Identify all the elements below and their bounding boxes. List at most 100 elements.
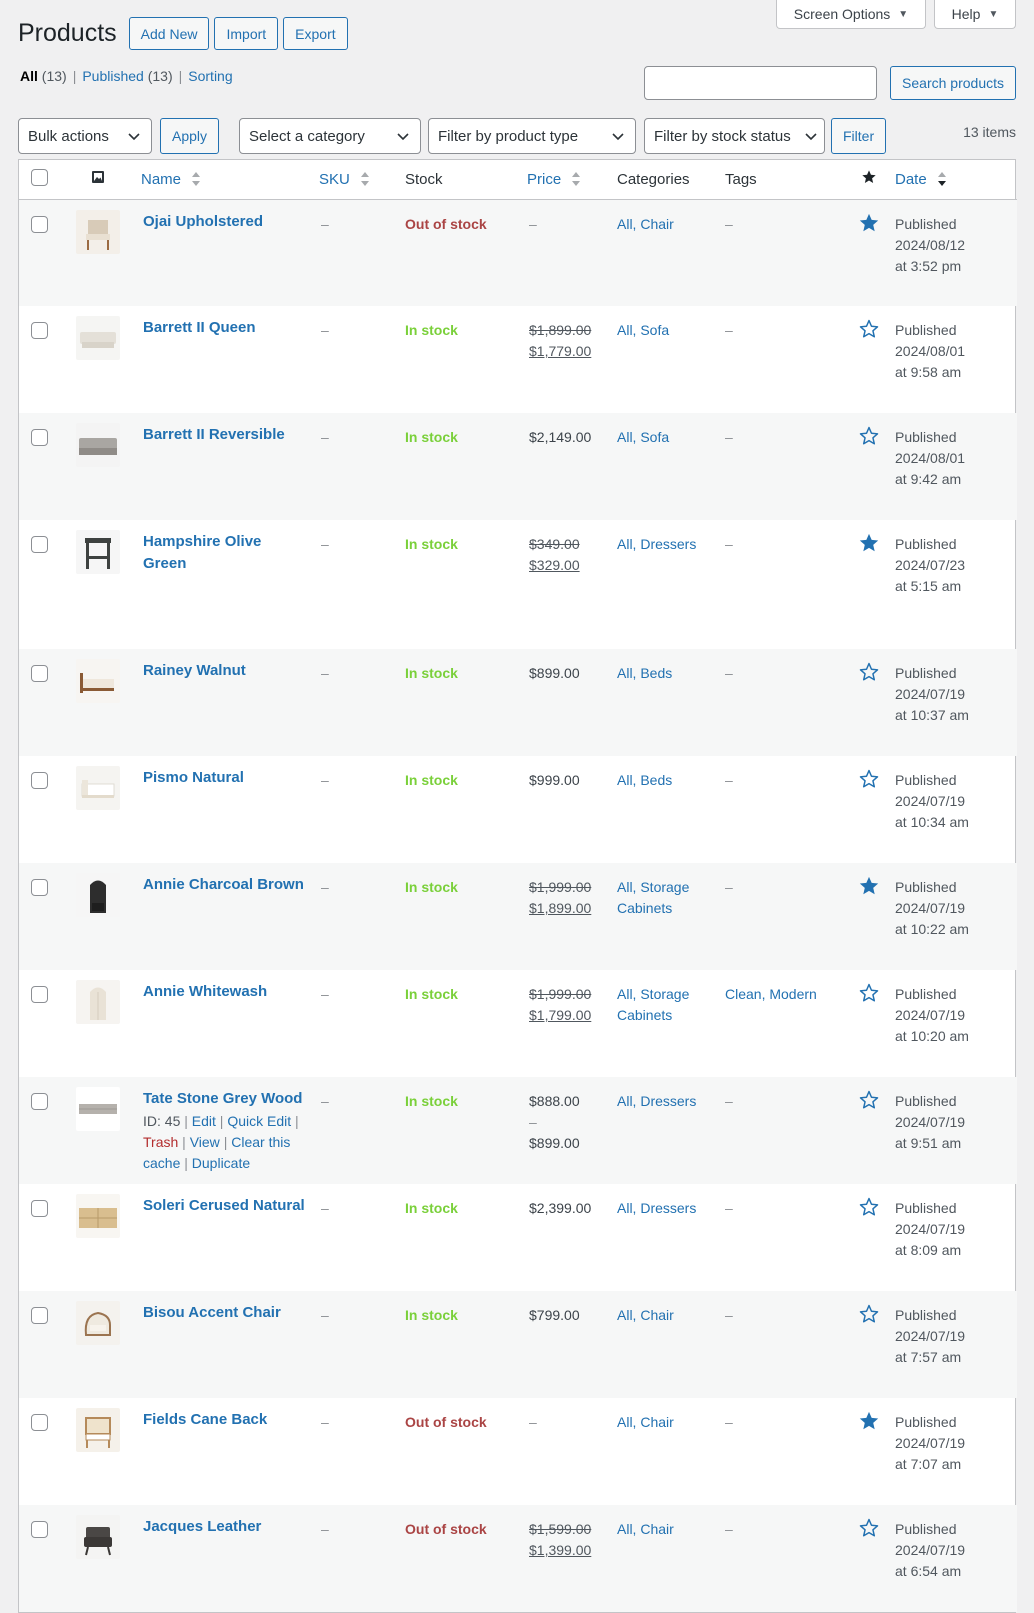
category-links[interactable]: All, Chair bbox=[617, 1414, 674, 1430]
row-checkbox[interactable] bbox=[31, 665, 48, 682]
name-cell: Fields Cane Back bbox=[135, 1398, 313, 1505]
star-outline-icon[interactable] bbox=[858, 1303, 880, 1325]
category-links[interactable]: All, Sofa bbox=[617, 322, 669, 338]
product-name-link[interactable]: Tate Stone Grey Wood bbox=[143, 1090, 302, 1107]
product-name-link[interactable]: Soleri Cerused Natural bbox=[143, 1197, 305, 1214]
star-outline-icon[interactable] bbox=[858, 318, 880, 340]
product-name-link[interactable]: Fields Cane Back bbox=[143, 1411, 267, 1428]
category-links[interactable]: All, Dressers bbox=[617, 536, 696, 552]
add-new-button[interactable]: Add New bbox=[128, 17, 210, 50]
star-filled-icon[interactable] bbox=[858, 532, 880, 554]
row-checkbox[interactable] bbox=[31, 1093, 48, 1110]
search-input[interactable] bbox=[644, 66, 878, 100]
duplicate-link[interactable]: Duplicate bbox=[192, 1155, 250, 1171]
row-checkbox[interactable] bbox=[31, 1521, 48, 1538]
product-name-link[interactable]: Jacques Leather bbox=[143, 1518, 261, 1535]
star-outline-icon[interactable] bbox=[858, 982, 880, 1004]
product-name-link[interactable]: Annie Whitewash bbox=[143, 983, 267, 1000]
product-thumbnail[interactable] bbox=[76, 1194, 120, 1238]
category-links[interactable]: All, Dressers bbox=[617, 1093, 696, 1109]
view-link[interactable]: View bbox=[190, 1134, 220, 1150]
category-links[interactable]: All, Beds bbox=[617, 772, 672, 788]
product-thumbnail[interactable] bbox=[76, 530, 120, 574]
name-column-header[interactable]: Name bbox=[135, 160, 313, 200]
product-name-link[interactable]: Rainey Walnut bbox=[143, 662, 246, 679]
view-all-link[interactable]: All (13) bbox=[20, 68, 67, 84]
row-checkbox[interactable] bbox=[31, 429, 48, 446]
trash-link[interactable]: Trash bbox=[143, 1134, 178, 1150]
date-column-header[interactable]: Date bbox=[887, 160, 1017, 200]
product-thumbnail[interactable] bbox=[76, 423, 120, 467]
featured-cell bbox=[851, 1077, 887, 1184]
category-links[interactable]: All, Chair bbox=[617, 216, 674, 232]
product-name-link[interactable]: Bisou Accent Chair bbox=[143, 1304, 281, 1321]
category-links[interactable]: All, Storage Cabinets bbox=[617, 879, 689, 916]
product-thumbnail[interactable] bbox=[76, 1301, 120, 1345]
product-thumbnail[interactable] bbox=[76, 1408, 120, 1452]
product-name-link[interactable]: Barrett II Queen bbox=[143, 319, 256, 336]
category-links[interactable]: All, Beds bbox=[617, 665, 672, 681]
category-links[interactable]: All, Chair bbox=[617, 1521, 674, 1537]
star-filled-icon[interactable] bbox=[858, 212, 880, 234]
star-filled-icon[interactable] bbox=[858, 1410, 880, 1432]
categories-cell: All, Beds bbox=[609, 649, 717, 756]
star-outline-icon[interactable] bbox=[858, 1089, 880, 1111]
product-thumbnail[interactable] bbox=[76, 980, 120, 1024]
row-checkbox[interactable] bbox=[31, 1414, 48, 1431]
thumb-cell bbox=[61, 1398, 135, 1505]
view-published-link[interactable]: Published (13) bbox=[82, 68, 172, 84]
screen-options-button[interactable]: Screen Options ▼ bbox=[776, 0, 926, 29]
row-checkbox[interactable] bbox=[31, 536, 48, 553]
quick-edit-link[interactable]: Quick Edit bbox=[227, 1113, 291, 1129]
row-checkbox[interactable] bbox=[31, 1307, 48, 1324]
product-name-link[interactable]: Pismo Natural bbox=[143, 769, 244, 786]
row-checkbox[interactable] bbox=[31, 879, 48, 896]
filter-button[interactable]: Filter bbox=[831, 118, 887, 154]
product-thumbnail[interactable] bbox=[76, 659, 120, 703]
product-type-select[interactable]: Filter by product type bbox=[428, 118, 636, 154]
row-checkbox[interactable] bbox=[31, 215, 48, 233]
row-checkbox[interactable] bbox=[31, 772, 48, 789]
edit-link[interactable]: Edit bbox=[192, 1113, 216, 1129]
stock-status: Out of stock bbox=[405, 215, 487, 232]
categories-cell: All, Chair bbox=[609, 1505, 717, 1612]
star-outline-icon[interactable] bbox=[858, 425, 880, 447]
product-thumbnail[interactable] bbox=[76, 209, 120, 254]
category-select[interactable]: Select a category bbox=[239, 118, 421, 154]
product-name-link[interactable]: Barrett II Reversible bbox=[143, 426, 285, 443]
star-outline-icon[interactable] bbox=[858, 768, 880, 790]
tags-cell: – bbox=[717, 1077, 851, 1184]
view-sorting-link[interactable]: Sorting bbox=[188, 68, 232, 84]
product-thumbnail[interactable] bbox=[76, 766, 120, 810]
category-links[interactable]: All, Dressers bbox=[617, 1200, 696, 1216]
select-all-checkbox[interactable] bbox=[31, 168, 48, 186]
product-name-link[interactable]: Ojai Upholstered bbox=[143, 213, 263, 230]
star-outline-icon[interactable] bbox=[858, 1517, 880, 1539]
product-thumbnail[interactable] bbox=[76, 1087, 120, 1131]
category-links[interactable]: All, Storage Cabinets bbox=[617, 986, 689, 1023]
price-column-header[interactable]: Price bbox=[521, 160, 609, 200]
tag-links[interactable]: Clean, Modern bbox=[725, 986, 817, 1002]
search-products-button[interactable]: Search products bbox=[890, 66, 1016, 100]
star-outline-icon[interactable] bbox=[858, 1196, 880, 1218]
post-time: at 6:54 am bbox=[895, 1563, 962, 1579]
bulk-actions-select[interactable]: Bulk actions bbox=[18, 118, 152, 154]
category-links[interactable]: All, Sofa bbox=[617, 429, 669, 445]
product-thumbnail[interactable] bbox=[76, 873, 120, 917]
sku-column-header[interactable]: SKU bbox=[313, 160, 397, 200]
product-thumbnail[interactable] bbox=[76, 1515, 120, 1559]
stock-status-select[interactable]: Filter by stock status bbox=[644, 118, 825, 154]
star-outline-icon[interactable] bbox=[858, 661, 880, 683]
row-checkbox[interactable] bbox=[31, 986, 48, 1003]
product-name-link[interactable]: Annie Charcoal Brown bbox=[143, 876, 304, 893]
product-thumbnail[interactable] bbox=[76, 316, 120, 360]
apply-button[interactable]: Apply bbox=[160, 118, 220, 154]
star-filled-icon[interactable] bbox=[858, 875, 880, 897]
product-name-link[interactable]: Hampshire Olive Green bbox=[143, 533, 261, 572]
import-button[interactable]: Import bbox=[214, 17, 279, 50]
row-checkbox[interactable] bbox=[31, 322, 48, 339]
export-button[interactable]: Export bbox=[283, 17, 348, 50]
row-checkbox[interactable] bbox=[31, 1200, 48, 1217]
help-button[interactable]: Help ▼ bbox=[934, 0, 1016, 29]
category-links[interactable]: All, Chair bbox=[617, 1307, 674, 1323]
